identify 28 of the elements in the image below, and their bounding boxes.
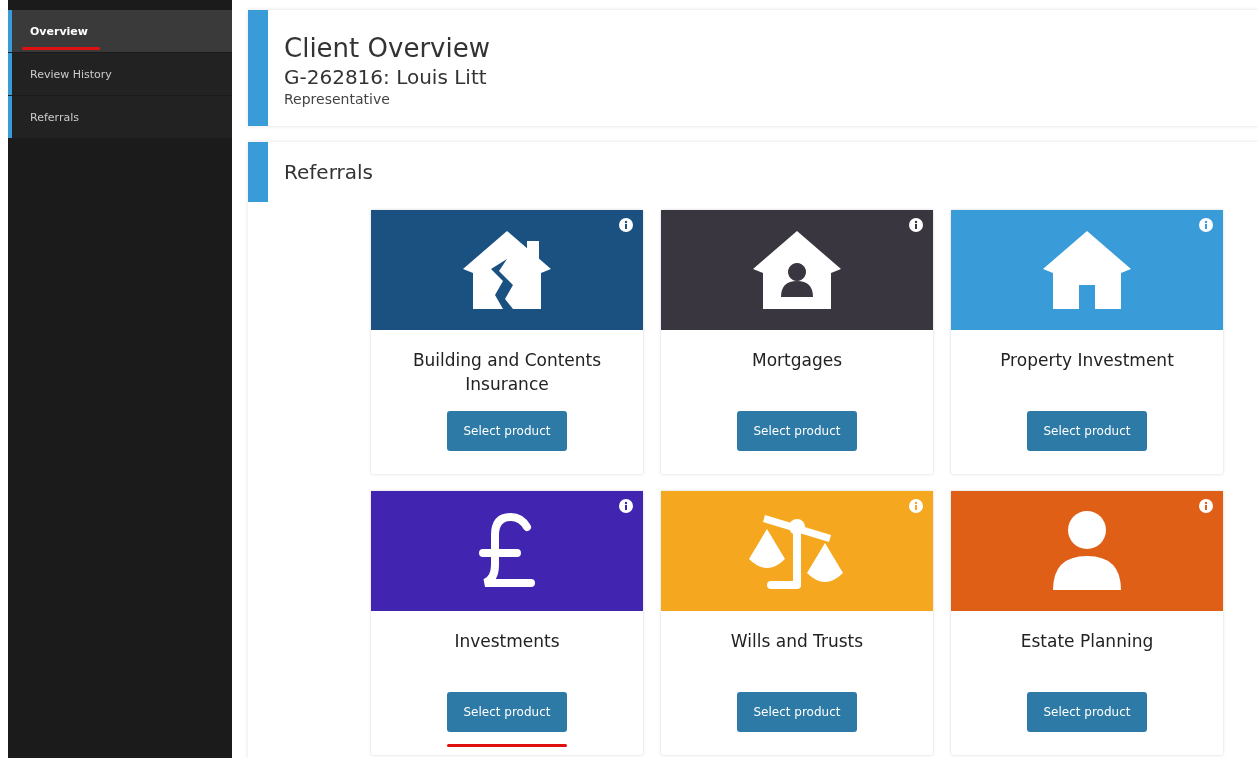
client-role: Representative: [284, 90, 391, 107]
sidebar-item[interactable]: Overview: [8, 10, 232, 52]
select-product-button[interactable]: Select product: [447, 411, 567, 451]
broken-house-icon: [461, 229, 553, 311]
select-product-button[interactable]: Select product: [1027, 411, 1147, 451]
section-title: Referrals: [283, 160, 373, 184]
page-title: Client Overview: [284, 33, 490, 65]
card-title: Property Investment: [999, 349, 1175, 372]
card-title: Building and Contents Insurance: [411, 349, 603, 396]
select-product-button[interactable]: Select product: [447, 692, 567, 732]
client-name: G-262816: Louis Litt: [284, 64, 488, 89]
select-product-button[interactable]: Select product: [1027, 692, 1147, 732]
card-title: Investments: [453, 630, 561, 653]
house-icon: [1041, 229, 1133, 311]
card-title: Wills and Trusts: [729, 630, 865, 653]
pound-icon: [477, 513, 537, 589]
sidebar-item[interactable]: Review History: [8, 53, 232, 95]
card-title: Mortgages: [750, 349, 843, 372]
info-icon[interactable]: [619, 218, 633, 232]
house-person-icon: [751, 229, 843, 311]
select-product-button[interactable]: Select product: [737, 411, 857, 451]
sidebar-item[interactable]: Referrals: [8, 96, 232, 138]
info-icon[interactable]: [619, 499, 633, 513]
person-icon: [1051, 510, 1123, 592]
accent-bar: [248, 142, 268, 202]
card-title: Estate Planning: [1019, 630, 1155, 653]
select-product-button[interactable]: Select product: [737, 692, 857, 732]
info-icon[interactable]: [909, 218, 923, 232]
